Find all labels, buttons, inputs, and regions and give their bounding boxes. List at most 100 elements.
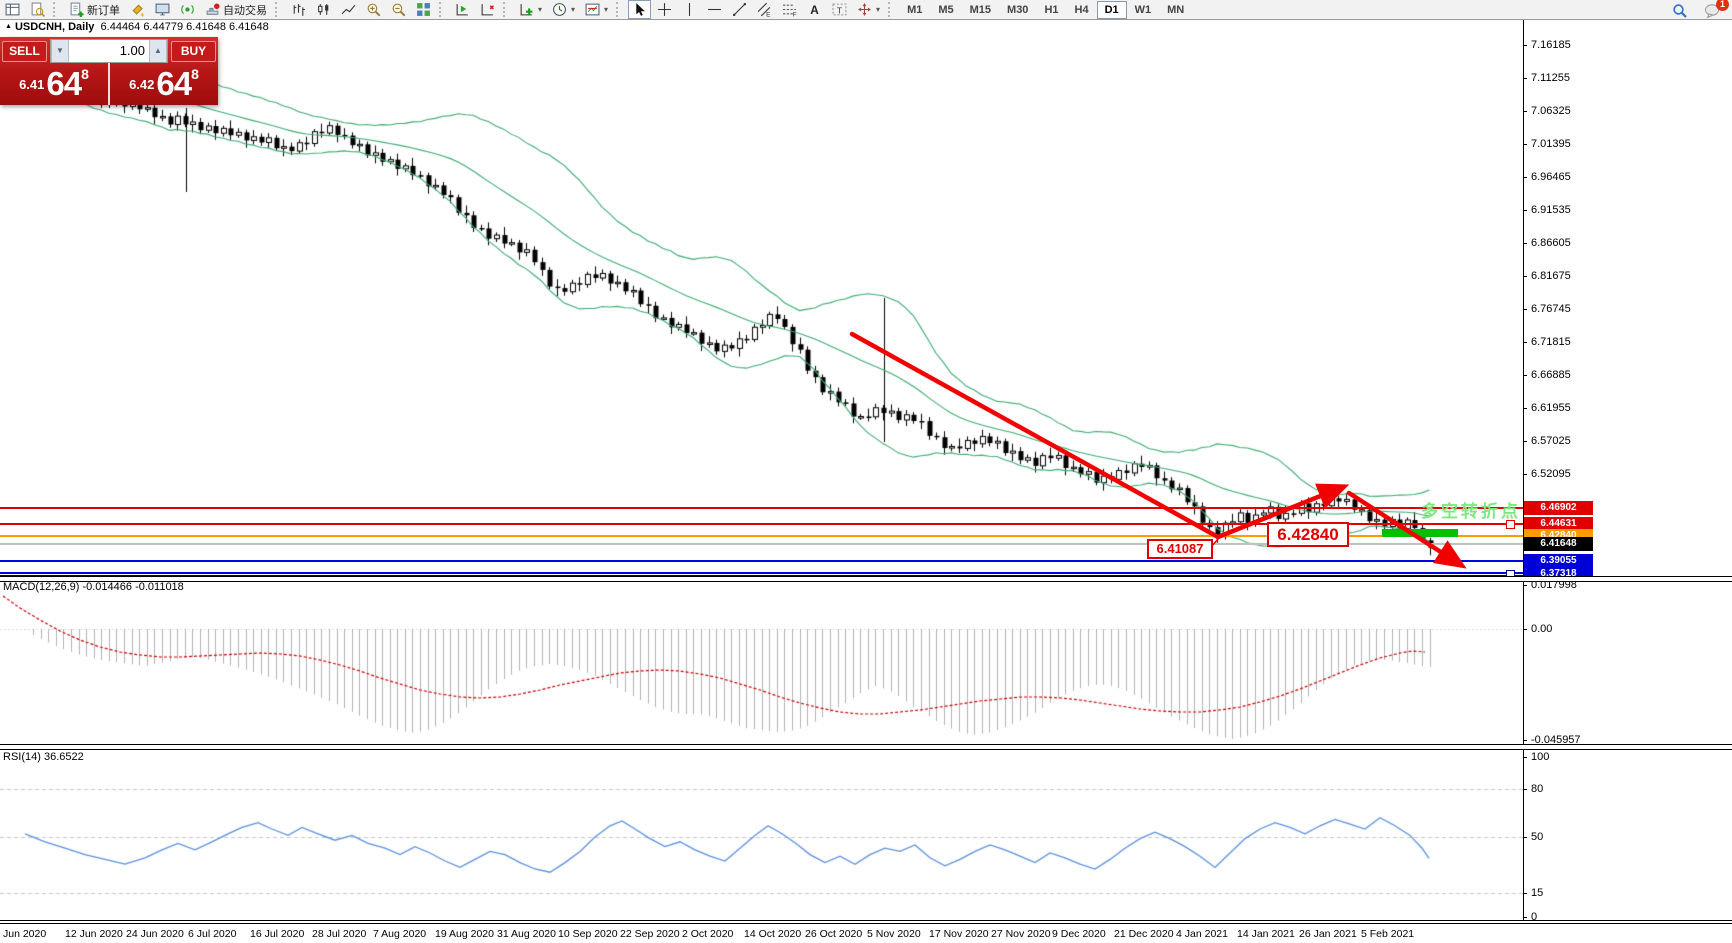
auto-scroll-icon[interactable] [451,0,474,19]
timeframe-m5[interactable]: M5 [930,1,961,19]
turning-point-annotation[interactable]: 多空转折点 [1421,497,1521,522]
auto-trading-button[interactable]: 自动交易 [201,0,271,20]
macd-rsi-separator[interactable] [0,744,1732,750]
level-price-callout[interactable]: 6.42840 [1267,522,1349,547]
price-tick-label: 6.52095 [1531,468,1601,480]
tile-windows-icon[interactable] [412,0,435,19]
auto-trading-glyph [205,2,220,17]
main-chart-canvas[interactable] [0,19,1523,576]
auto-trading-label: 自动交易 [223,2,267,18]
sell-button[interactable]: SELL [2,41,47,62]
chart-shift-glyph [480,2,495,17]
crosshair-icon[interactable] [653,0,676,19]
volume-stepper: ▼ 1.00 ▲ [50,39,168,63]
fibonacci-icon[interactable]: F [778,0,801,19]
indicator-axis-label: 0.00 [1531,623,1601,635]
signals-icon[interactable] [176,0,199,19]
candle-chart-icon[interactable] [312,0,335,19]
line-chart-icon[interactable] [337,0,360,19]
text-label-glyph: T [832,2,847,17]
rsi-canvas[interactable] [0,748,1523,920]
trendline-icon[interactable] [728,0,751,19]
chevron-down-icon[interactable]: ▾ [538,5,542,14]
rsi-label: RSI(14) 36.6522 [3,751,84,763]
auto-scroll-glyph [455,2,470,17]
price-tick-label: 6.71815 [1531,336,1601,348]
horizontal-line-icon[interactable] [703,0,726,19]
main-macd-separator[interactable] [0,576,1732,582]
volume-input[interactable]: 1.00 [69,40,149,62]
horizontal-level-line[interactable] [0,560,1523,562]
horizontal-level-line[interactable] [0,572,1523,574]
timeframe-mn[interactable]: MN [1159,1,1192,19]
horizontal-level-line[interactable] [0,507,1523,509]
date-label: 17 Nov 2020 [929,928,989,940]
price-tick-label: 6.81675 [1531,270,1601,282]
arrows-icon[interactable]: ▾ [853,0,884,19]
terminal-icon[interactable] [151,0,174,19]
indicator-axis-tick [1523,757,1527,758]
new-order-button[interactable]: 新订单 [65,0,124,20]
zoom-out-glyph [391,2,406,17]
timeframe-m15[interactable]: M15 [962,1,999,19]
date-label: 12 Jun 2020 [65,928,123,940]
price-tick-label: 6.86605 [1531,237,1601,249]
text-icon[interactable]: A [803,0,826,19]
notification-bubble-icon[interactable]: 1 [1700,1,1725,21]
macd-canvas[interactable] [0,580,1523,744]
timeframe-m1[interactable]: M1 [899,1,930,19]
timeframe-h4[interactable]: H4 [1067,1,1097,19]
new-chart-icon[interactable] [1,0,24,19]
date-label: 27 Nov 2020 [991,928,1051,940]
zoom-out-icon[interactable] [387,0,410,19]
price-tag-6.46902: 6.46902 [1524,501,1593,515]
bar-chart-icon[interactable] [287,0,310,19]
chevron-down-icon[interactable]: ▾ [571,5,575,14]
buy-price[interactable]: 6.42648 [110,63,218,105]
periods-icon[interactable]: ▾ [548,0,579,19]
date-label: 21 Dec 2020 [1114,928,1174,940]
date-axis[interactable]: Jun 202012 Jun 202024 Jun 20206 Jul 2020… [0,923,1732,943]
zoom-in-icon[interactable] [362,0,385,19]
timeframe-m30[interactable]: M30 [999,1,1036,19]
toolbar-separator [53,2,61,17]
new-chart-glyph [5,2,20,17]
chart-shift-icon[interactable] [476,0,499,19]
buy-button[interactable]: BUY [171,41,216,62]
timeframe-bar: M1M5M15M30H1H4D1W1MN [899,1,1192,19]
horizontal-line-glyph [707,2,722,17]
cursor-icon[interactable] [628,0,651,19]
timeframe-w1[interactable]: W1 [1127,1,1160,19]
volume-decrease-button[interactable]: ▼ [51,40,69,62]
volume-increase-button[interactable]: ▲ [149,40,167,62]
low-price-callout[interactable]: 6.41087 [1147,539,1213,559]
zoom-in-glyph [366,2,381,17]
timeframe-d1[interactable]: D1 [1097,1,1127,19]
ohlc-values: 6.44464 6.44779 6.41648 6.41648 [101,21,269,33]
styles-glyph [130,2,145,17]
price-tick [1523,441,1527,442]
date-label: 28 Jul 2020 [312,928,366,940]
support-highlight-box[interactable] [1382,529,1458,537]
price-tick [1523,342,1527,343]
search-icon[interactable] [1668,1,1692,21]
chevron-down-icon[interactable]: ▾ [876,5,880,14]
vertical-line-icon[interactable] [678,0,701,19]
timeframe-h1[interactable]: H1 [1036,1,1066,19]
chevron-down-icon[interactable]: ▾ [604,5,608,14]
sell-price[interactable]: 6.41648 [0,63,108,105]
price-tick [1523,78,1527,79]
templates-icon[interactable]: ▾ [581,0,612,19]
date-label: 6 Jul 2020 [188,928,236,940]
chart-title: ▲USDCNH, Daily 6.44464 6.44779 6.41648 6… [5,21,269,33]
styles-icon[interactable] [126,0,149,19]
equidistant-channel-icon[interactable]: E [753,0,776,19]
toolbar-separator [616,2,624,17]
price-tick-label: 6.61955 [1531,402,1601,414]
tile-windows-glyph [416,2,431,17]
window-marker-icon[interactable]: ▲ [5,23,12,30]
price-tick-label: 6.96465 [1531,171,1601,183]
indicators-icon[interactable]: ▾ [515,0,546,19]
text-label-icon[interactable]: T [828,0,851,19]
profile-preview-icon[interactable] [26,0,49,19]
